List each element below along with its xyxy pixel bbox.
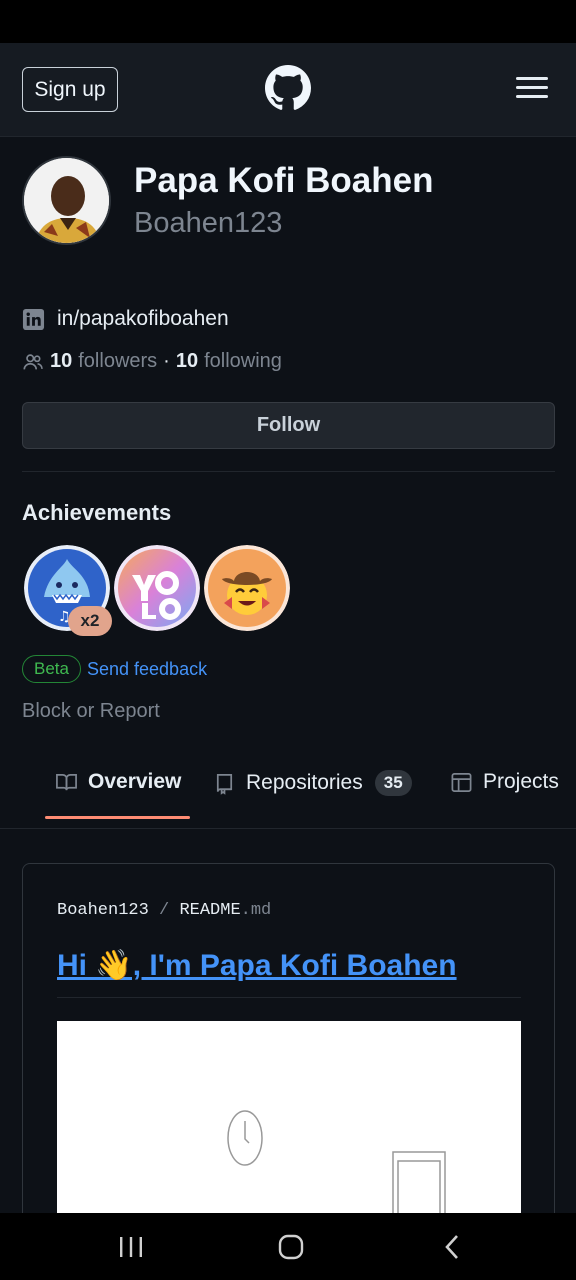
- readme-path: Boahen123 / README.md: [57, 901, 271, 920]
- readme-heading[interactable]: Hi 👋, I'm Papa Kofi Boahen: [57, 948, 457, 983]
- profile-username: Boahen123: [134, 207, 283, 239]
- avatar[interactable]: [22, 156, 111, 245]
- tab-projects-label: Projects: [483, 770, 559, 793]
- readme-file-ext[interactable]: .md: [241, 901, 272, 920]
- status-bar: [0, 0, 576, 43]
- back-icon[interactable]: [438, 1233, 468, 1261]
- readme-card: Boahen123 / README.md Hi 👋, I'm Papa Kof…: [22, 863, 555, 1213]
- badge-count: x2: [68, 606, 112, 636]
- tab-overview-label: Overview: [88, 770, 182, 793]
- readme-illustration: [57, 1021, 521, 1213]
- table-icon: [451, 772, 472, 792]
- android-nav-bar: [0, 1213, 576, 1280]
- book-icon: [56, 773, 77, 790]
- active-tab-indicator: [45, 816, 190, 819]
- readme-owner[interactable]: Boahen123: [57, 901, 149, 920]
- achievements-title: Achievements: [22, 500, 172, 525]
- followers-label[interactable]: followers: [78, 350, 157, 373]
- following-count[interactable]: 10: [176, 350, 198, 373]
- hamburger-menu-icon[interactable]: [516, 75, 550, 101]
- recent-apps-icon[interactable]: [116, 1233, 146, 1261]
- social-link[interactable]: in/papakofiboahen: [22, 307, 229, 331]
- tab-repositories-label: Repositories: [246, 771, 363, 794]
- readme-file-base[interactable]: README: [179, 901, 240, 920]
- repositories-counter: 35: [374, 770, 412, 796]
- beta-row: Beta Send feedback: [22, 655, 207, 683]
- profile-full-name: Papa Kofi Boahen: [134, 161, 434, 200]
- follow-button[interactable]: Follow: [22, 402, 555, 449]
- top-header: Sign up: [0, 43, 576, 137]
- profile-main: Papa Kofi Boahen Boahen123 in/papakofibo…: [0, 137, 576, 1213]
- path-separator: /: [159, 901, 170, 920]
- tab-overview[interactable]: Overview: [55, 770, 181, 794]
- signup-button[interactable]: Sign up: [22, 67, 118, 112]
- tab-projects[interactable]: Projects: [450, 770, 559, 794]
- profile-tabs: Overview Repositories 35 Projects: [0, 752, 576, 829]
- home-icon[interactable]: [276, 1233, 306, 1261]
- linkedin-icon: [22, 308, 45, 330]
- repo-icon: [216, 773, 233, 795]
- readme-divider: [57, 997, 521, 998]
- send-feedback-link[interactable]: Send feedback: [87, 659, 207, 680]
- github-logo-icon[interactable]: [265, 65, 311, 111]
- beta-label: Beta: [22, 655, 81, 683]
- divider: [22, 471, 555, 472]
- linkedin-link-text[interactable]: in/papakofiboahen: [57, 307, 229, 331]
- followers-row: 10 followers · 10 following: [22, 350, 282, 373]
- cowboy-badge[interactable]: [204, 545, 290, 631]
- followers-count[interactable]: 10: [50, 350, 72, 373]
- block-or-report-link[interactable]: Block or Report: [22, 700, 160, 723]
- people-icon: [23, 353, 43, 369]
- follow-separator: ·: [163, 350, 170, 372]
- following-label[interactable]: following: [204, 350, 282, 373]
- yolo-badge[interactable]: [114, 545, 200, 631]
- tab-repositories[interactable]: Repositories 35: [213, 770, 412, 796]
